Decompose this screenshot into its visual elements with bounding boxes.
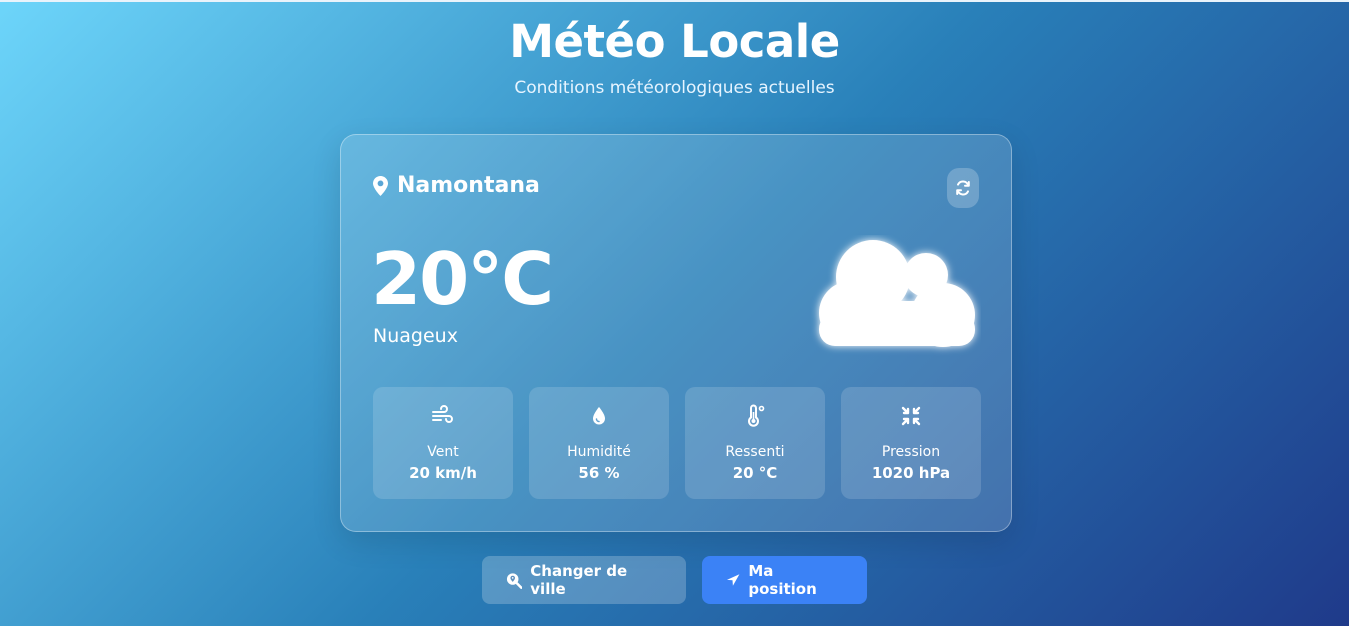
map-pin-icon xyxy=(373,175,388,196)
stat-value: 56 % xyxy=(578,464,620,482)
refresh-button[interactable] xyxy=(947,168,979,208)
page-title: Météo Locale xyxy=(509,15,840,68)
stat-value: 1020 hPa xyxy=(871,464,951,482)
stat-value: 20 km/h xyxy=(409,464,477,482)
droplet-icon xyxy=(593,407,605,425)
top-border xyxy=(0,0,1349,2)
weather-stats: Vent 20 km/h Humidité 56 % Ressenti 20 °… xyxy=(373,387,981,499)
stat-feels-like: Ressenti 20 °C xyxy=(685,387,825,499)
change-city-label: Changer de ville xyxy=(530,562,628,598)
stat-wind: Vent 20 km/h xyxy=(373,387,513,499)
weather-card: Namontana 20°C Nuageux Vent 20 km/h Humi… xyxy=(340,134,1012,532)
search-location-icon xyxy=(506,572,523,589)
weather-condition: Nuageux xyxy=(373,325,458,347)
city-name: Namontana xyxy=(397,173,540,198)
my-position-button[interactable]: Ma position xyxy=(702,556,867,604)
stat-pressure: Pression 1020 hPa xyxy=(841,387,981,499)
compress-icon xyxy=(901,406,921,426)
my-position-label: Ma position xyxy=(748,562,817,598)
stat-label: Pression xyxy=(881,444,941,460)
temperature-value: 20°C xyxy=(371,237,554,321)
wind-icon xyxy=(432,405,453,423)
stat-value: 20 °C xyxy=(732,464,778,482)
refresh-icon xyxy=(956,180,970,196)
stat-label: Vent xyxy=(427,444,459,460)
page-subtitle: Conditions météorologiques actuelles xyxy=(514,78,835,98)
cloud-icon xyxy=(819,240,975,347)
change-city-button[interactable]: Changer de ville xyxy=(482,556,686,604)
stat-label: Humidité xyxy=(567,444,631,460)
action-buttons: Changer de ville Ma position xyxy=(0,556,1349,604)
location-arrow-icon xyxy=(726,573,740,586)
thermometer-icon xyxy=(748,404,765,427)
stat-label: Ressenti xyxy=(725,444,785,460)
location-row: Namontana xyxy=(373,173,540,198)
page-header: Météo Locale Conditions météorologiques … xyxy=(0,14,1349,98)
stat-humidity: Humidité 56 % xyxy=(529,387,669,499)
